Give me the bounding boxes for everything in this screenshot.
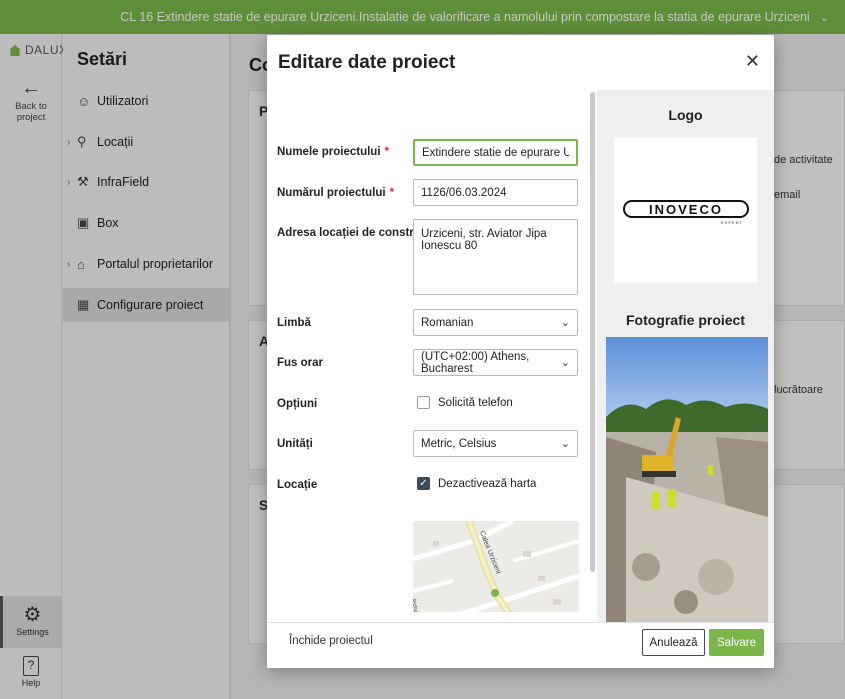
project-number-label: Numărul proiectului * [277,187,395,199]
chevron-down-icon: ⌄ [560,438,570,450]
project-number-input[interactable]: 1126/06.03.2024 [413,179,578,206]
timezone-select[interactable]: (UTC+02:00) Athens, Bucharest ⌄ [413,349,578,376]
timezone-label: Fus orar [277,357,324,369]
checkbox-label: Dezactivează harta [438,477,537,490]
location-label: Locație [277,479,318,491]
location-map[interactable]: Calea Urziceni lecha [413,521,579,612]
photo-heading: Fotografie proiect [625,312,745,328]
request-phone-checkbox[interactable]: Solicită telefon [417,396,513,409]
project-photo[interactable] [606,337,768,622]
units-select[interactable]: Metric, Celsius ⌄ [413,430,578,457]
dialog-footer: Închide proiectul Anulează Salvare [267,622,774,668]
logo-heading: Logo [668,107,703,123]
units-label: Unități [277,438,313,450]
project-name-input[interactable]: Extindere statie de epurare Urziceni.I [413,139,578,166]
checkbox-label: Solicită telefon [438,396,513,409]
company-logo[interactable]: INOVECO EXPERT [614,138,757,283]
edit-project-dialog: Editare date proiect ✕ Numele proiectulu… [267,35,774,668]
disable-map-checkbox[interactable]: ✓ Dezactivează harta [417,477,536,490]
form-scrollbar[interactable] [590,92,595,572]
save-button[interactable]: Salvare [709,629,764,656]
project-name-label: Numele proiectului * [277,146,390,158]
dialog-title: Editare date proiect [278,52,456,73]
close-project-link[interactable]: Închide proiectul [289,635,373,647]
checkmark-icon[interactable]: ✓ [417,477,430,490]
cancel-button[interactable]: Anulează [642,629,705,656]
chevron-down-icon: ⌄ [560,317,570,329]
chevron-down-icon: ⌄ [560,357,570,369]
inoveco-logo-graphic: INOVECO EXPERT [622,199,749,225]
language-label: Limbă [277,317,311,329]
logo-wordmark: INOVECO [649,202,723,217]
media-panel: Logo INOVECO EXPERT Fotografie proiect [597,90,774,622]
address-textarea[interactable]: Urziceni, str. Aviator Jipa Ionescu 80 [413,219,578,295]
project-form: Numele proiectului * Extindere statie de … [267,90,597,612]
options-label: Opțiuni [277,398,318,410]
construction-photo [606,337,768,622]
close-icon[interactable]: ✕ [745,51,760,72]
checkbox-unchecked[interactable] [417,396,430,409]
logo-subtitle: EXPERT [721,220,743,225]
language-select[interactable]: Romanian ⌄ [413,309,578,336]
